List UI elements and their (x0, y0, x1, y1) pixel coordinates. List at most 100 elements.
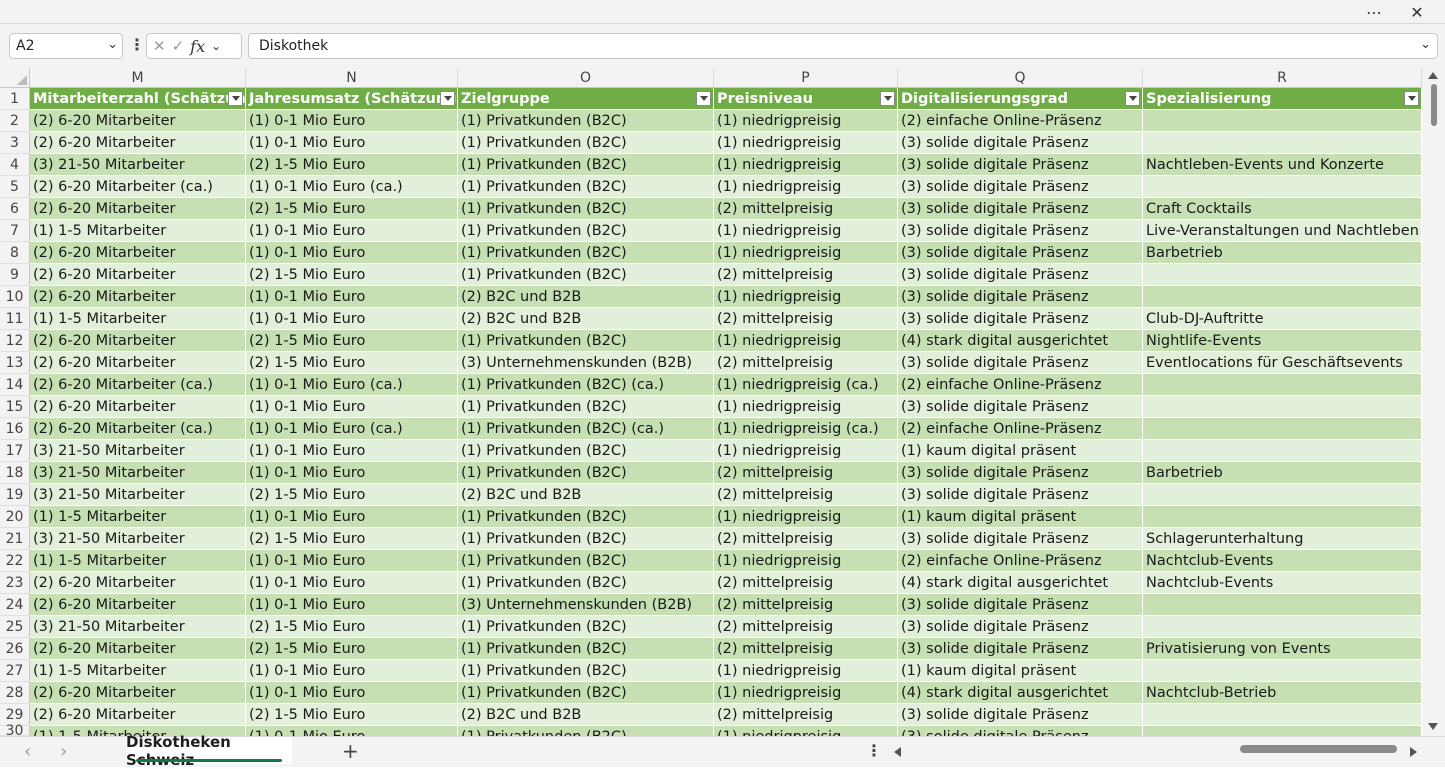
table-cell[interactable] (1143, 506, 1422, 528)
table-cell[interactable]: Privatisierung von Events (1143, 638, 1422, 660)
row-header[interactable]: 9 (0, 264, 30, 286)
table-cell[interactable] (1143, 132, 1422, 154)
table-cell[interactable]: (2) 1-5 Mio Euro (246, 528, 458, 550)
table-cell[interactable]: (2) 1-5 Mio Euro (246, 198, 458, 220)
table-cell[interactable]: (2) mittelpreisig (714, 594, 898, 616)
name-box[interactable]: A2 ⌄ (9, 33, 123, 59)
row-header[interactable]: 11 (0, 308, 30, 330)
table-cell[interactable]: (3) 21-50 Mitarbeiter (30, 528, 246, 550)
ellipsis-icon[interactable]: ⋯ (1361, 1, 1387, 23)
table-cell[interactable]: (2) 1-5 Mio Euro (246, 704, 458, 726)
table-cell[interactable]: (1) Privatkunden (B2C) (458, 550, 714, 572)
table-cell[interactable]: (1) 0-1 Mio Euro (246, 506, 458, 528)
table-header-cell[interactable]: Spezialisierung (1143, 88, 1422, 110)
row-header[interactable]: 16 (0, 418, 30, 440)
table-cell[interactable] (1143, 484, 1422, 506)
table-cell[interactable]: (2) mittelpreisig (714, 484, 898, 506)
table-cell[interactable]: (1) 1-5 Mitarbeiter (30, 550, 246, 572)
table-cell[interactable]: (2) mittelpreisig (714, 572, 898, 594)
table-cell[interactable]: (1) niedrigpreisig (714, 440, 898, 462)
row-header[interactable]: 22 (0, 550, 30, 572)
table-cell[interactable]: (3) solide digitale Präsenz (898, 198, 1143, 220)
table-cell[interactable]: (1) Privatkunden (B2C) (458, 330, 714, 352)
table-cell[interactable]: (3) solide digitale Präsenz (898, 242, 1143, 264)
row-header[interactable]: 7 (0, 220, 30, 242)
column-header-p[interactable]: P (714, 68, 898, 88)
table-cell[interactable]: (1) Privatkunden (B2C) (458, 154, 714, 176)
table-cell[interactable]: (1) 0-1 Mio Euro (246, 660, 458, 682)
row-header[interactable]: 21 (0, 528, 30, 550)
table-cell[interactable]: (2) 1-5 Mio Euro (246, 154, 458, 176)
table-cell[interactable]: (1) Privatkunden (B2C) (458, 572, 714, 594)
table-cell[interactable]: (1) Privatkunden (B2C) (458, 528, 714, 550)
table-cell[interactable]: (1) Privatkunden (B2C) (458, 440, 714, 462)
table-cell[interactable]: (1) 1-5 Mitarbeiter (30, 220, 246, 242)
table-cell[interactable]: (2) B2C und B2B (458, 484, 714, 506)
sheet-tab-diskotheken-schweiz[interactable]: Diskotheken Schweiz (126, 733, 292, 769)
table-cell[interactable]: (1) Privatkunden (B2C) (458, 396, 714, 418)
table-cell[interactable]: (1) Privatkunden (B2C) (458, 660, 714, 682)
table-cell[interactable]: Nachtleben-Events und Konzerte (1143, 154, 1422, 176)
next-sheet-icon[interactable]: › (60, 741, 67, 762)
table-cell[interactable]: (1) niedrigpreisig (714, 110, 898, 132)
table-cell[interactable]: (3) solide digitale Präsenz (898, 220, 1143, 242)
close-icon[interactable]: ✕ (1404, 1, 1430, 23)
table-cell[interactable]: (2) einfache Online-Präsenz (898, 550, 1143, 572)
vertical-scroll-thumb[interactable] (1431, 84, 1437, 126)
table-cell[interactable]: (1) niedrigpreisig (ca.) (714, 374, 898, 396)
row-header[interactable]: 5 (0, 176, 30, 198)
table-cell[interactable]: (2) mittelpreisig (714, 264, 898, 286)
table-cell[interactable]: (2) 6-20 Mitarbeiter (30, 352, 246, 374)
table-cell[interactable]: (1) 0-1 Mio Euro (246, 682, 458, 704)
table-cell[interactable]: (1) Privatkunden (B2C) (458, 682, 714, 704)
table-cell[interactable]: (2) 6-20 Mitarbeiter (30, 594, 246, 616)
table-cell[interactable]: (3) solide digitale Präsenz (898, 286, 1143, 308)
table-cell[interactable]: (2) 1-5 Mio Euro (246, 638, 458, 660)
table-cell[interactable]: (1) niedrigpreisig (714, 176, 898, 198)
filter-dropdown-icon[interactable] (440, 91, 455, 106)
table-cell[interactable]: (2) mittelpreisig (714, 638, 898, 660)
table-cell[interactable]: (1) Privatkunden (B2C) (458, 220, 714, 242)
table-cell[interactable]: (3) 21-50 Mitarbeiter (30, 154, 246, 176)
table-cell[interactable]: Nachtclub-Events (1143, 550, 1422, 572)
table-cell[interactable]: Schlagerunterhaltung (1143, 528, 1422, 550)
insert-function-icon[interactable]: fx (190, 37, 205, 56)
row-header[interactable]: 26 (0, 638, 30, 660)
table-cell[interactable]: (1) niedrigpreisig (714, 550, 898, 572)
table-cell[interactable]: (2) 6-20 Mitarbeiter (ca.) (30, 418, 246, 440)
column-header-n[interactable]: N (246, 68, 458, 88)
table-cell[interactable]: (3) solide digitale Präsenz (898, 132, 1143, 154)
table-cell[interactable]: (1) 0-1 Mio Euro (ca.) (246, 418, 458, 440)
table-cell[interactable]: (2) 6-20 Mitarbeiter (ca.) (30, 176, 246, 198)
table-cell[interactable]: (2) 1-5 Mio Euro (246, 616, 458, 638)
table-cell[interactable] (1143, 704, 1422, 726)
row-header[interactable]: 1 (0, 88, 30, 110)
table-cell[interactable]: (2) 6-20 Mitarbeiter (30, 330, 246, 352)
table-cell[interactable]: (1) niedrigpreisig (714, 506, 898, 528)
table-cell[interactable]: (1) niedrigpreisig (714, 682, 898, 704)
confirm-icon[interactable]: ✓ (172, 37, 185, 55)
row-header[interactable]: 8 (0, 242, 30, 264)
table-cell[interactable]: (4) stark digital ausgerichtet (898, 572, 1143, 594)
table-cell[interactable]: (1) 0-1 Mio Euro (246, 440, 458, 462)
table-cell[interactable] (1143, 594, 1422, 616)
vertical-ellipsis-icon[interactable]: ⋮ (866, 741, 882, 760)
table-header-cell[interactable]: Digitalisierungsgrad (898, 88, 1143, 110)
row-header[interactable]: 3 (0, 132, 30, 154)
chevron-down-icon[interactable]: ⌄ (107, 37, 118, 52)
horizontal-scroll-thumb[interactable] (1240, 745, 1397, 753)
table-cell[interactable]: (2) 1-5 Mio Euro (246, 352, 458, 374)
table-cell[interactable]: (1) Privatkunden (B2C) (458, 242, 714, 264)
table-header-cell[interactable]: Mitarbeiterzahl (Schätzung) (30, 88, 246, 110)
table-cell[interactable]: (1) Privatkunden (B2C) (458, 616, 714, 638)
table-cell[interactable]: (3) solide digitale Präsenz (898, 176, 1143, 198)
table-cell[interactable] (1143, 110, 1422, 132)
table-cell[interactable]: (2) 6-20 Mitarbeiter (30, 572, 246, 594)
expand-formula-icon[interactable]: ⌄ (1420, 37, 1431, 52)
table-cell[interactable]: (2) einfache Online-Präsenz (898, 110, 1143, 132)
table-cell[interactable]: (2) 6-20 Mitarbeiter (30, 638, 246, 660)
row-header[interactable]: 25 (0, 616, 30, 638)
table-cell[interactable]: (1) kaum digital präsent (898, 660, 1143, 682)
table-cell[interactable]: (4) stark digital ausgerichtet (898, 682, 1143, 704)
table-cell[interactable]: (2) 1-5 Mio Euro (246, 330, 458, 352)
